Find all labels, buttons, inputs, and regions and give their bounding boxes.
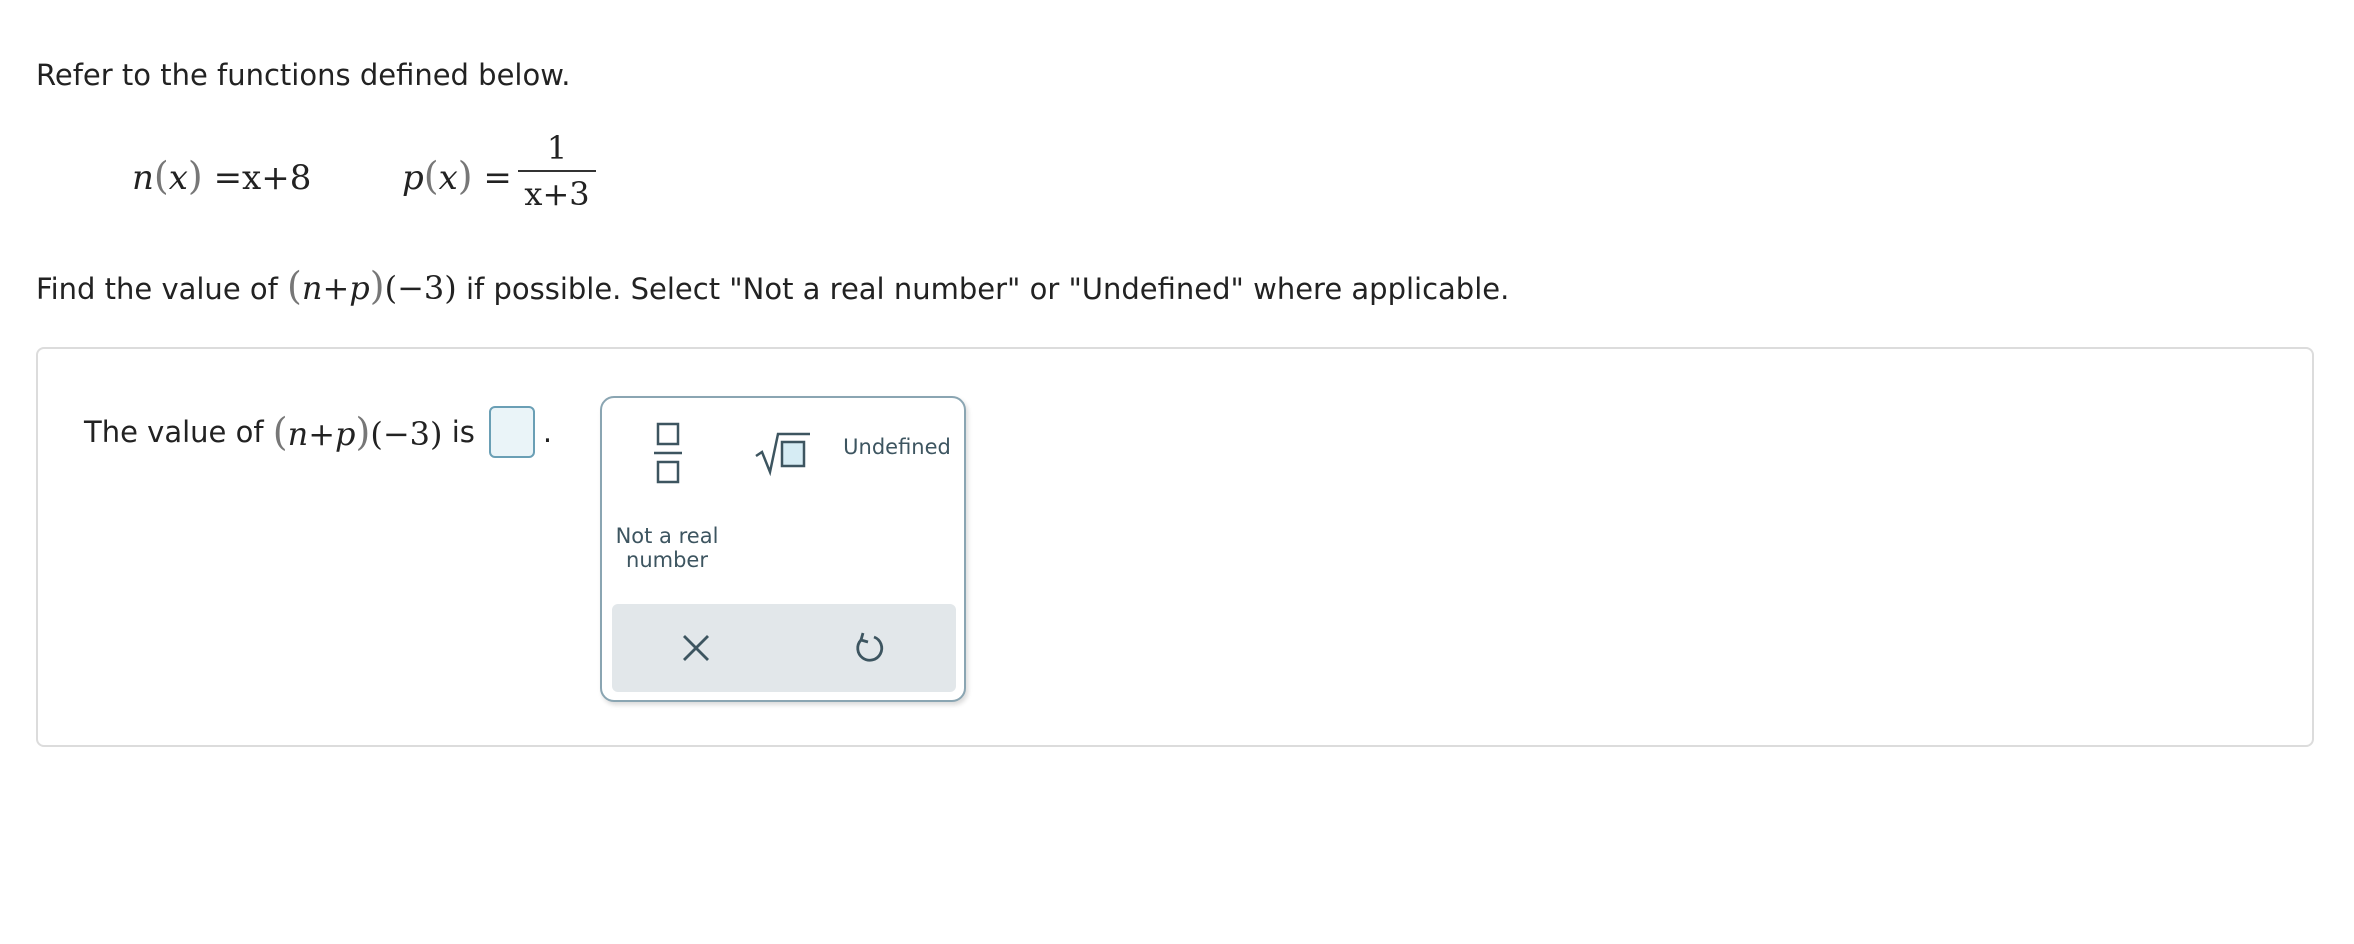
math-keypad: Undefined Not a real number [600, 396, 966, 702]
answer-input[interactable] [488, 406, 535, 458]
fraction-button[interactable] [640, 418, 696, 488]
function-n: n(x) =x+8 [132, 154, 312, 198]
fraction-icon [654, 422, 682, 484]
fraction-denominator: x+3 [524, 175, 590, 213]
question-text: Find the value of (n+p)(−3) if possible.… [36, 264, 1510, 308]
reset-button[interactable] [844, 624, 892, 672]
intro-text: Refer to the functions defined below. [36, 58, 571, 92]
fraction-bar [518, 170, 596, 172]
reset-icon [856, 632, 884, 662]
question-expression: (n+p)(−3) [287, 264, 457, 308]
keypad-action-tray [612, 604, 956, 692]
undefined-button[interactable]: Undefined [838, 432, 956, 462]
function-n-rhs: =x+8 [213, 158, 312, 198]
function-p: p(x) = [402, 154, 512, 198]
square-root-icon [755, 432, 810, 477]
answer-line: The value of (n+p)(−3) is . [84, 406, 552, 458]
close-icon [683, 635, 709, 661]
function-p-fraction: 1 x+3 [518, 128, 596, 214]
square-root-button[interactable] [752, 420, 812, 480]
fraction-numerator: 1 [546, 129, 568, 167]
answer-expression: (n+p)(−3) [272, 410, 443, 454]
clear-button[interactable] [672, 624, 720, 672]
not-a-real-number-button[interactable]: Not a real number [612, 510, 722, 586]
